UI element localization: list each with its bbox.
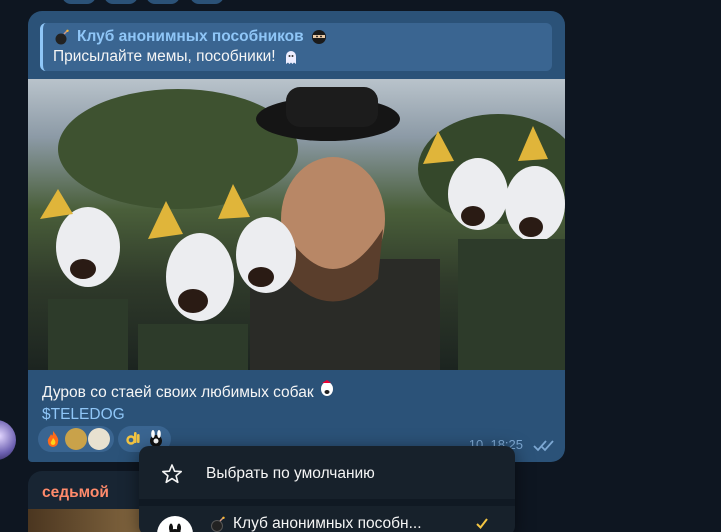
menu-separator [139, 499, 515, 506]
caption-text: Дуров со стаей своих любимых собак [42, 384, 314, 401]
star-icon [161, 463, 183, 490]
forward-text: Присылайте мемы, пособники! [53, 48, 276, 65]
reaction-fire[interactable] [38, 426, 114, 452]
bomb-icon [209, 515, 227, 532]
meme-illustration [40, 87, 565, 370]
forward-channel-name[interactable]: Клуб анонимных пособников [77, 27, 304, 47]
reaction-stub[interactable] [104, 0, 138, 4]
account-avatar[interactable] [157, 516, 193, 532]
meme-image[interactable] [28, 79, 565, 370]
message-caption: Дуров со стаей своих любимых собак $TELE… [42, 379, 336, 426]
avatar-icon [65, 428, 87, 450]
bomb-icon [53, 28, 71, 46]
ghost-icon [282, 48, 300, 66]
forward-header[interactable]: Клуб анонимных пособников Присылайте мем… [40, 23, 552, 71]
message-bubble[interactable]: Клуб анонимных пособников Присылайте мем… [28, 11, 565, 462]
reaction-stub[interactable] [190, 0, 224, 4]
selected-check-icon [475, 516, 489, 532]
dog-face-icon [318, 379, 336, 397]
ok-hand-icon [122, 428, 144, 450]
avatar-icon [88, 428, 110, 450]
fire-icon [42, 428, 64, 450]
next-message-sender[interactable]: седьмой [42, 484, 109, 502]
menu-account-name[interactable]: Клуб анонимных пособн... [209, 515, 422, 532]
sender-avatar[interactable] [0, 420, 16, 460]
read-double-check-icon [533, 439, 555, 457]
account-name-text: Клуб анонимных пособн... [233, 515, 422, 532]
teledog-tag[interactable]: $TELEDOG [42, 404, 336, 426]
menu-item-label: Выбрать по умолчанию [206, 465, 375, 482]
reaction-stub[interactable] [146, 0, 180, 4]
reaction-stub[interactable] [62, 0, 96, 4]
reaction-context-menu: Выбрать по умолчанию Клуб анонимных посо… [139, 446, 515, 532]
menu-item-set-default[interactable]: Выбрать по умолчанию [139, 448, 515, 500]
ninja-icon [310, 28, 328, 46]
